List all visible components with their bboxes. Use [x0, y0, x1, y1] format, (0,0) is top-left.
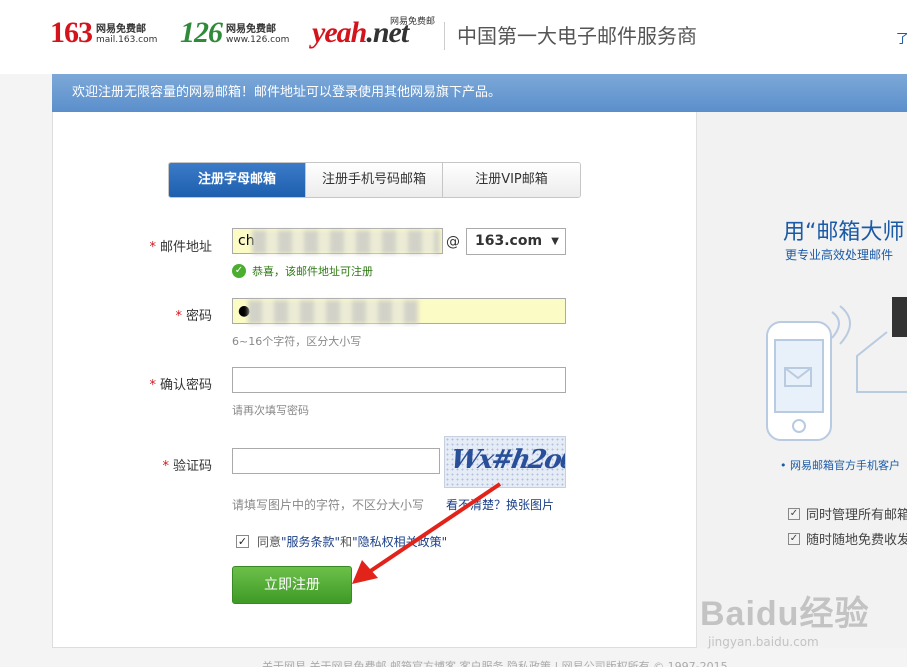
- brand-163-tagline: 网易免费邮: [96, 24, 146, 35]
- tab-phone-email[interactable]: 注册手机号码邮箱: [305, 163, 442, 197]
- brand-yeah-logo[interactable]: yeah.net 网易免费邮: [312, 17, 435, 48]
- agree-prefix: 同意: [257, 535, 282, 549]
- chevron-down-icon: ▼: [551, 236, 559, 247]
- side-panel-caption[interactable]: • 网易邮箱官方手机客户: [780, 457, 900, 473]
- brand-126-domain: www.126.com: [226, 35, 290, 45]
- watermark-url: jingyan.baidu.com: [708, 635, 819, 649]
- password-hint: 6~16个字符，区分大小写: [232, 335, 362, 348]
- checkmark-icon: ✓: [788, 507, 800, 520]
- captcha-image-text: Wx#h2o6: [448, 445, 566, 475]
- header-right-link[interactable]: 了: [896, 28, 907, 47]
- captcha-image[interactable]: Wx#h2o6: [444, 436, 566, 488]
- at-symbol: @: [446, 234, 460, 250]
- agree-checkbox[interactable]: ✓: [236, 535, 249, 548]
- promo-side-panel: [696, 112, 907, 648]
- page-footer: 关于网易 关于网易免费邮 邮箱官方博客 客户服务 隐私政策 | 网易公司版权所有…: [262, 660, 728, 667]
- checkmark-icon: ✓: [788, 532, 800, 545]
- side-panel-subtitle: 更专业高效处理邮件: [785, 248, 894, 262]
- brand-yeah-tagline: 网易免费邮: [390, 17, 436, 27]
- header-divider: [444, 22, 445, 50]
- confirm-password-hint: 请再次填写密码: [232, 404, 309, 417]
- brand-126-logo[interactable]: 126 网易免费邮 www.126.com: [180, 18, 289, 48]
- welcome-banner: 欢迎注册无限容量的网易邮箱！邮件地址可以登录使用其他网易旗下产品。: [52, 74, 907, 112]
- password-redaction: [248, 300, 418, 324]
- side-feature-item: ✓ 同时管理所有邮箱: [788, 507, 907, 523]
- confirm-password-input[interactable]: [232, 367, 566, 393]
- captcha-label: * 验证码: [162, 459, 212, 474]
- brand-126-tagline: 网易免费邮: [226, 24, 276, 35]
- password-label: * 密码: [175, 309, 212, 324]
- terms-agreement: ✓ 同意 "服务条款" 和 "隐私权相关政策": [236, 533, 447, 550]
- brand-163-domain: mail.163.com: [96, 35, 158, 45]
- email-label: * 邮件地址: [149, 240, 212, 255]
- privacy-policy-link[interactable]: "隐私权相关政策": [352, 533, 447, 550]
- watermark-main: Baidu经验: [700, 595, 870, 633]
- register-button[interactable]: 立即注册: [232, 566, 352, 604]
- agree-and: 和: [340, 535, 353, 549]
- side-feature-item: ✓ 随时随地免费收发: [788, 532, 907, 548]
- domain-select[interactable]: 163.com ▼: [466, 228, 566, 255]
- refresh-captcha-link[interactable]: 看不清楚？换张图片: [446, 496, 554, 513]
- check-circle-icon: ✓: [232, 264, 246, 278]
- site-header: 163 网易免费邮 mail.163.com 126 网易免费邮 www.126…: [0, 0, 907, 74]
- side-panel-title: 用“邮箱大师: [783, 220, 905, 245]
- header-title: 中国第一大电子邮件服务商: [457, 24, 697, 48]
- confirm-password-label: * 确认密码: [149, 378, 212, 393]
- terms-of-service-link[interactable]: "服务条款": [281, 533, 340, 550]
- brand-126-number: 126: [180, 16, 223, 49]
- tab-letter-email[interactable]: 注册字母邮箱: [169, 163, 305, 197]
- tab-vip-email[interactable]: 注册VIP邮箱: [442, 163, 580, 197]
- signup-type-tabs: 注册字母邮箱 注册手机号码邮箱 注册VIP邮箱: [168, 162, 581, 198]
- captcha-input[interactable]: [232, 448, 440, 474]
- baidu-jingyan-watermark: Baidu经验 jingyan.baidu.com: [700, 586, 869, 649]
- email-redaction: [252, 230, 440, 254]
- email-available-message: ✓ 恭喜，该邮件地址可注册: [232, 263, 373, 279]
- brand-163-logo[interactable]: 163 网易免费邮 mail.163.com: [50, 18, 157, 48]
- captcha-hint: 请填写图片中的字符，不区分大小写: [232, 498, 425, 512]
- brand-163-number: 163: [50, 16, 93, 49]
